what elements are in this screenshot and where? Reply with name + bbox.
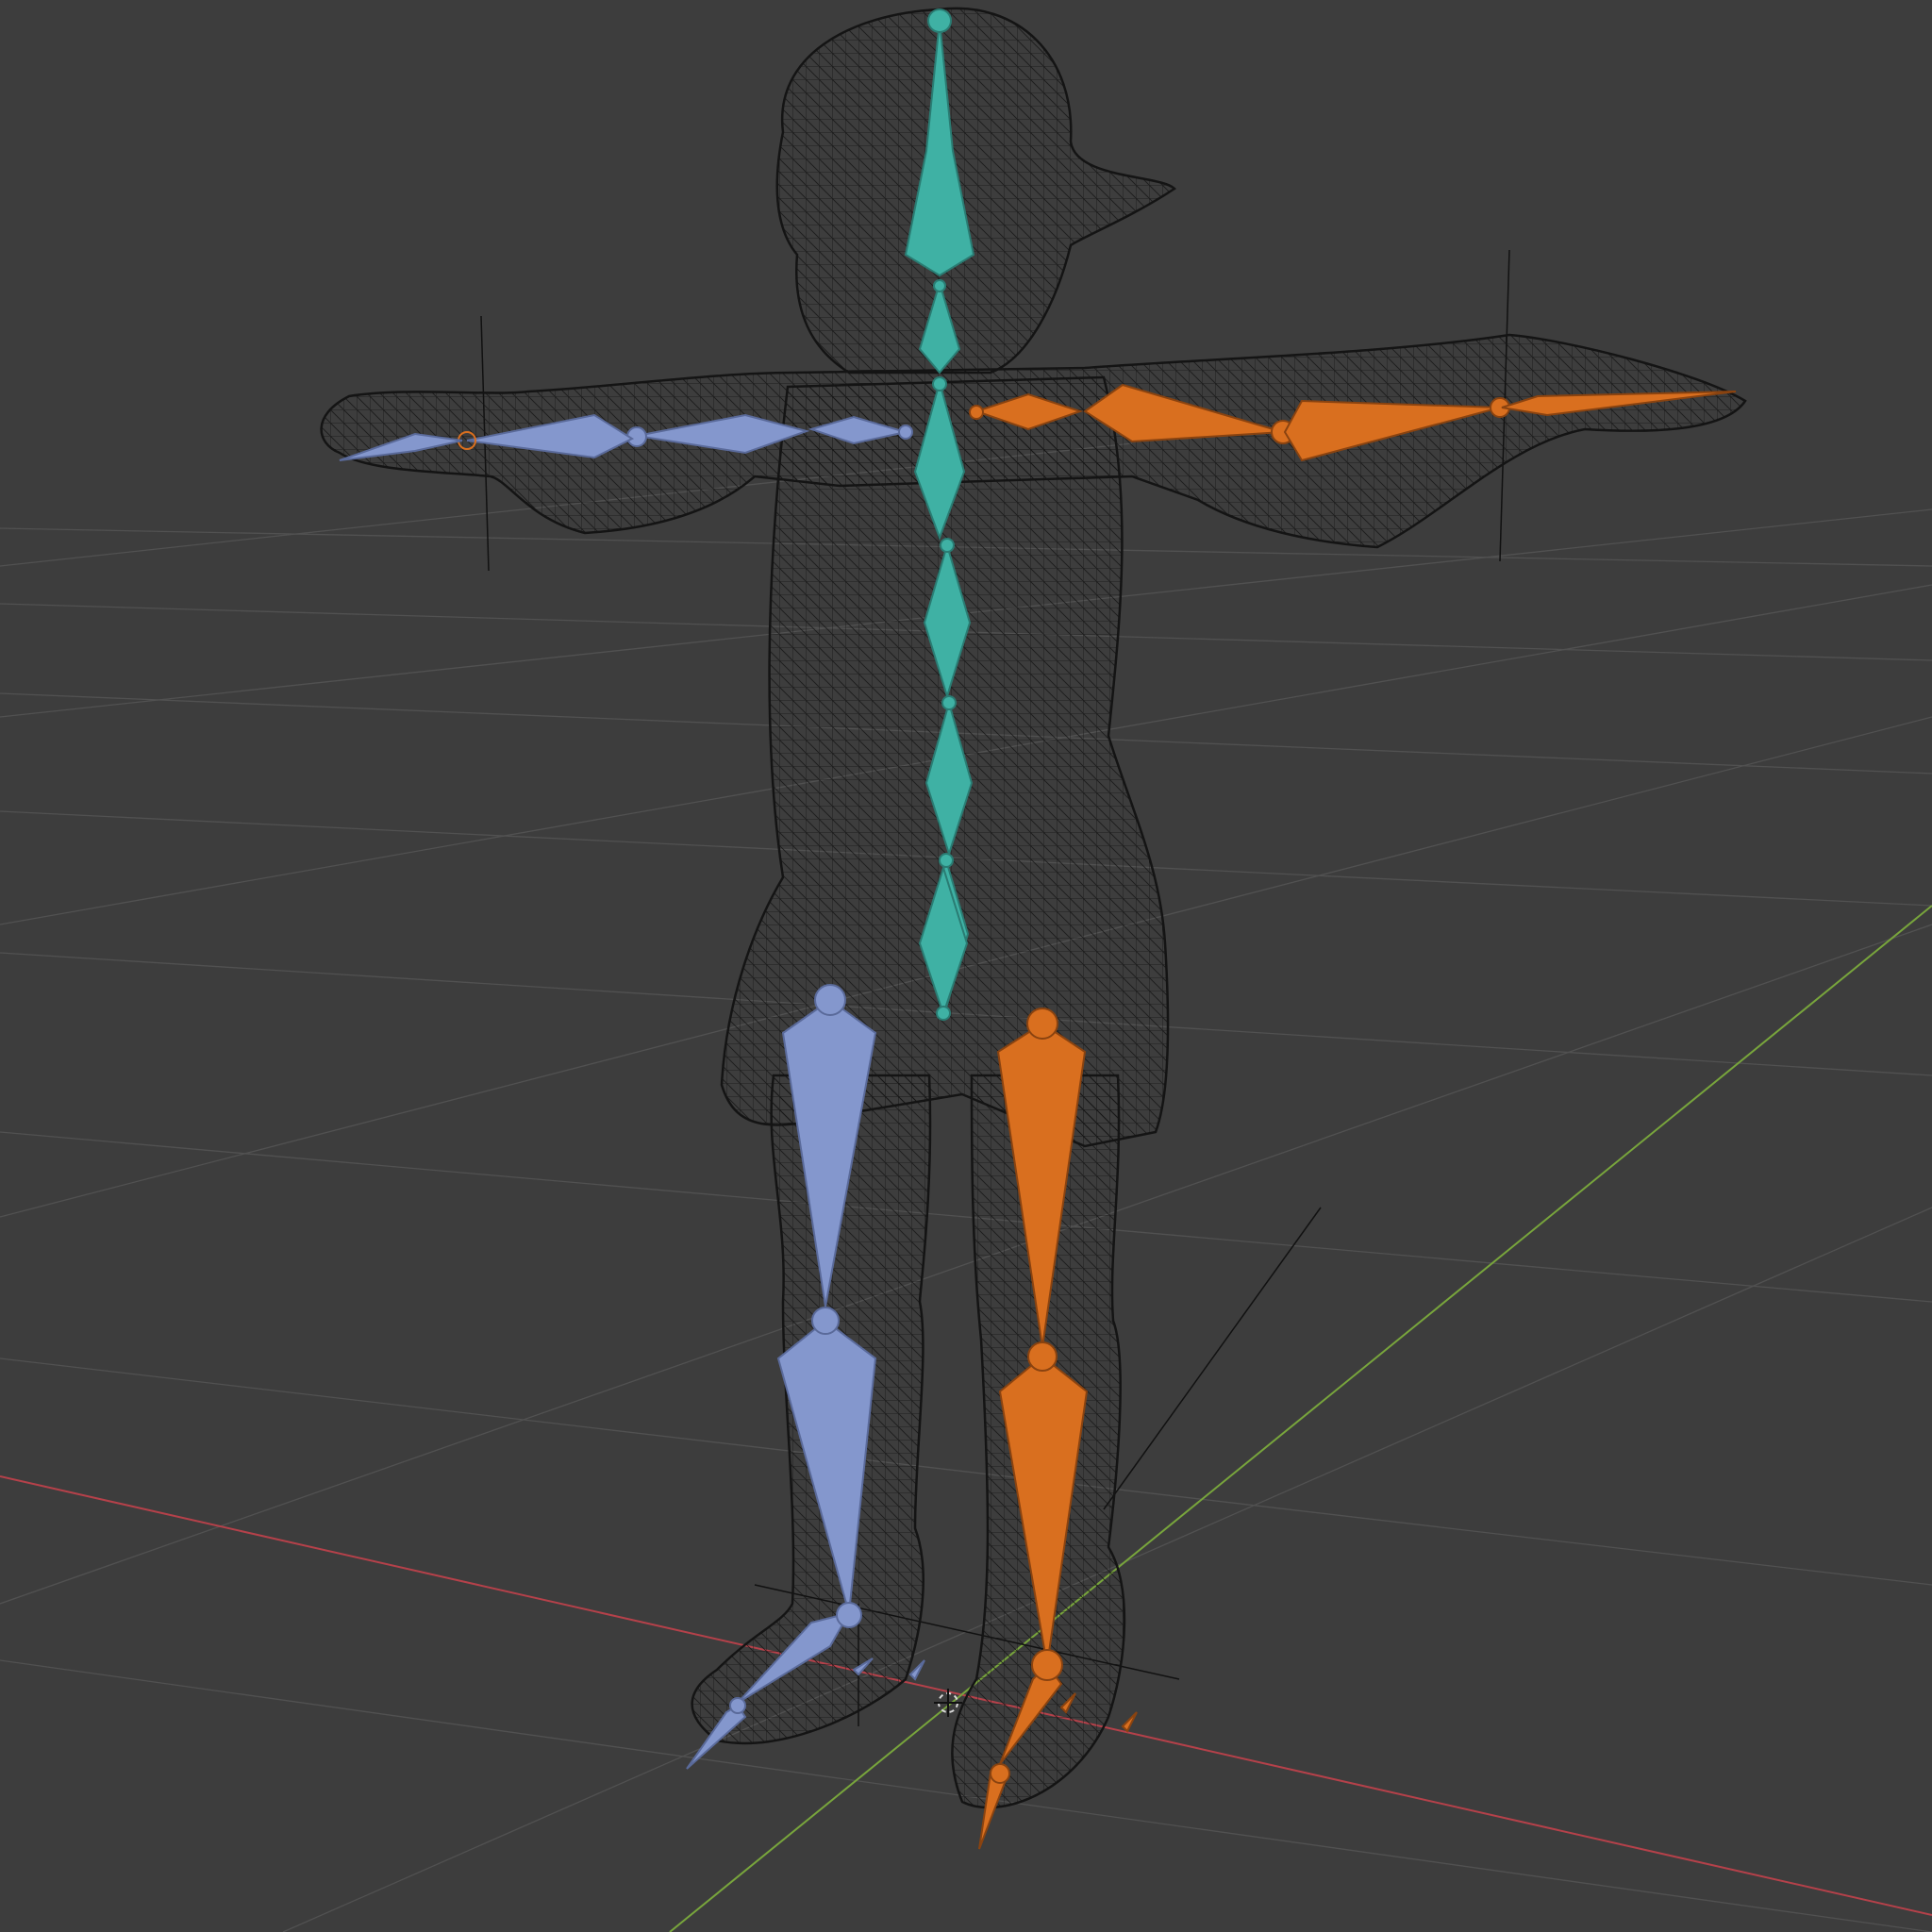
3d-viewport[interactable]: [0, 0, 1932, 1932]
mesh-head: [775, 7, 1176, 375]
